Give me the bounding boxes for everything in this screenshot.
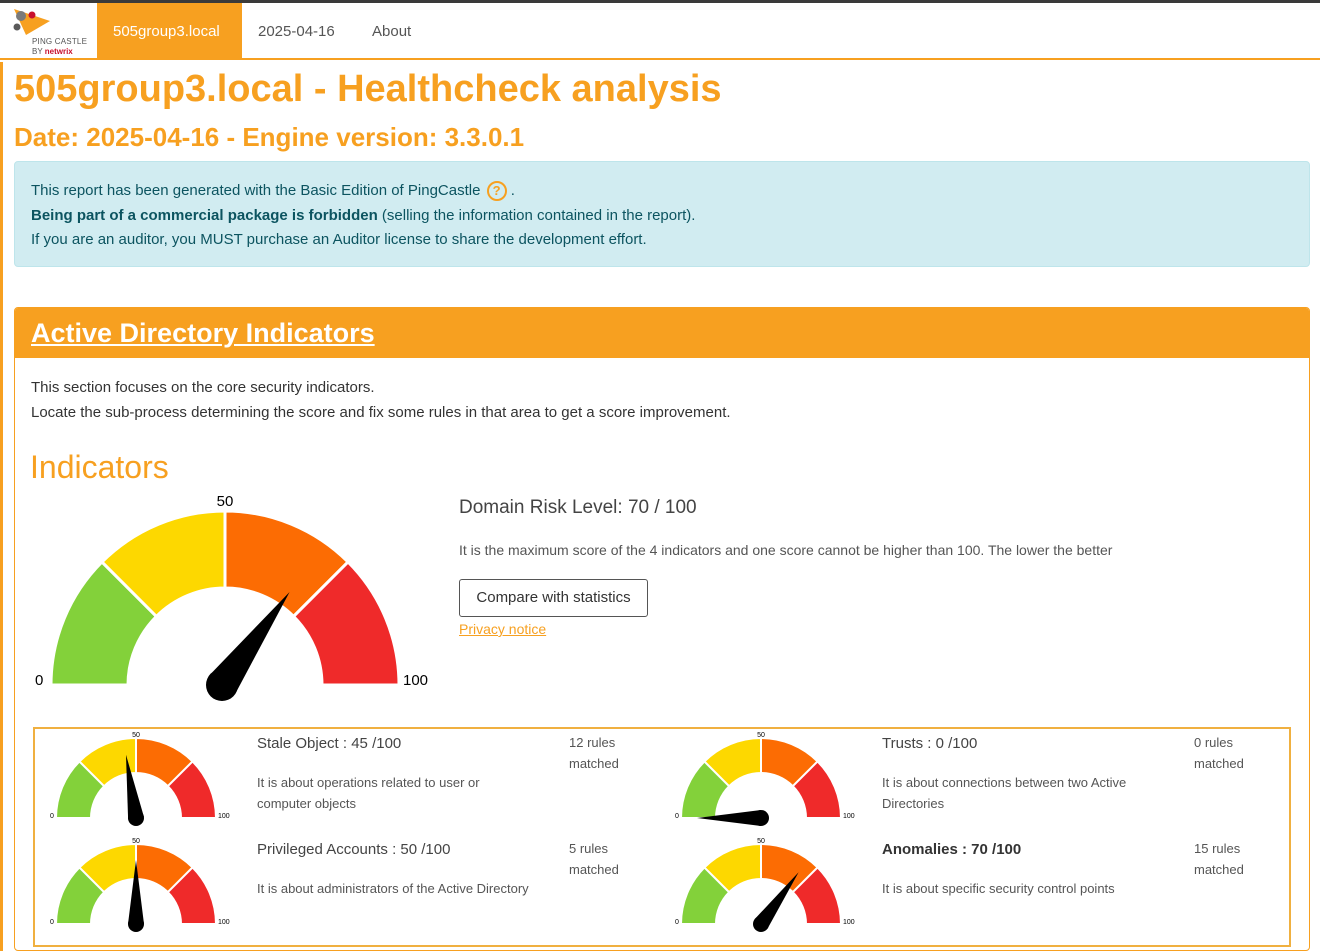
domain-risk-gauge-needle-hub bbox=[206, 669, 238, 701]
privileged-accounts-gauge-svg: 0 50 100 bbox=[50, 838, 230, 932]
indicators-heading: Indicators bbox=[30, 449, 169, 485]
privileged-accounts-gauge-label-mid: 50 bbox=[132, 838, 140, 845]
anomalies-title: Anomalies : 70 /100 bbox=[882, 841, 1022, 858]
tab-about[interactable]: About bbox=[356, 3, 427, 60]
trusts-gauge-label-max: 100 bbox=[843, 813, 855, 820]
privileged-accounts-gauge-label-max: 100 bbox=[218, 919, 230, 926]
anomalies-gauge: 0 50 100 bbox=[663, 834, 863, 934]
stale-object-gauge-needle-hub bbox=[128, 810, 144, 826]
trusts-title: Trusts : 0 /100 bbox=[882, 735, 978, 752]
castle-logo-icon bbox=[13, 9, 50, 35]
domain-risk-level: Domain Risk Level: 70 / 100 bbox=[459, 497, 697, 518]
privileged-accounts-rules: 5 rules matched bbox=[569, 841, 619, 877]
help-icon[interactable]: ? bbox=[486, 181, 507, 202]
page-subtitle: Date: 2025-04-16 - Engine version: 3.3.0… bbox=[14, 122, 525, 152]
anomalies-gauge-needle-hub bbox=[753, 916, 769, 932]
trusts-gauge-label-min: 0 bbox=[675, 813, 679, 820]
trusts-gauge-needle-hub bbox=[753, 810, 769, 826]
stale-object-gauge-svg: 0 50 100 bbox=[50, 732, 230, 826]
anomalies-gauge-label-min: 0 bbox=[675, 919, 679, 926]
trusts-gauge: 0 50 100 bbox=[663, 728, 863, 828]
privileged-accounts-gauge: 0 50 100 bbox=[38, 834, 238, 934]
anomalies-description: It is about specific security control po… bbox=[882, 881, 1115, 896]
trusts-gauge-label-mid: 50 bbox=[757, 732, 765, 739]
brand-byline: BY netwrix bbox=[32, 47, 73, 56]
tab-date[interactable]: 2025-04-16 bbox=[242, 3, 351, 60]
privacy-notice-link[interactable]: Privacy notice bbox=[459, 621, 546, 637]
domain-risk-gauge-svg: 0 50 100 bbox=[35, 493, 428, 701]
card-header: Active Directory Indicators bbox=[15, 308, 1309, 358]
anomalies-gauge-label-mid: 50 bbox=[757, 838, 765, 845]
stale-object-gauge-label-max: 100 bbox=[218, 813, 230, 820]
trusts-gauge-svg: 0 50 100 bbox=[675, 732, 855, 826]
domain-risk-gauge-label-min: 0 bbox=[35, 672, 43, 689]
privileged-accounts-description: It is about administrators of the Active… bbox=[257, 881, 529, 896]
domain-risk-gauge: 0 50 100 bbox=[28, 490, 438, 710]
pingcastle-logo[interactable]: PING CASTLE BY netwrix bbox=[12, 7, 92, 59]
domain-risk-description: It is the maximum score of the 4 indicat… bbox=[459, 542, 1113, 558]
trusts-description: It is about connections between two Acti… bbox=[882, 775, 1127, 811]
compare-with-statistics-button[interactable]: Compare with statistics bbox=[459, 579, 648, 617]
tab-domain[interactable]: 505group3.local bbox=[97, 3, 242, 60]
navbar: PING CASTLE BY netwrix 505group3.local 2… bbox=[0, 3, 1320, 60]
brand-name: PING CASTLE bbox=[32, 37, 88, 46]
stale-object-gauge-label-mid: 50 bbox=[132, 732, 140, 739]
stale-object-description: It is about operations related to user o… bbox=[257, 775, 480, 811]
domain-risk-gauge-label-mid: 50 bbox=[217, 493, 234, 510]
notice-line-2: Being part of a commercial package is fo… bbox=[31, 206, 696, 224]
section-title-link[interactable]: Active Directory Indicators bbox=[31, 318, 375, 349]
domain-risk-gauge-label-max: 100 bbox=[403, 672, 428, 689]
stale-object-title: Stale Object : 45 /100 bbox=[257, 735, 402, 752]
license-notice: This report has been generated with the … bbox=[14, 161, 1310, 267]
anomalies-gauge-svg: 0 50 100 bbox=[675, 838, 855, 932]
anomalies-rules: 15 rules matched bbox=[1194, 841, 1244, 877]
trusts-rules: 0 rules matched bbox=[1194, 735, 1244, 771]
privileged-accounts-gauge-label-min: 0 bbox=[50, 919, 54, 926]
privileged-accounts-title: Privileged Accounts : 50 /100 bbox=[257, 841, 451, 858]
section-description: This section focuses on the core securit… bbox=[31, 379, 731, 421]
page-title: 505group3.local - Healthcheck analysis bbox=[14, 68, 722, 110]
stale-object-rules: 12 rules matched bbox=[569, 735, 619, 771]
anomalies-gauge-label-max: 100 bbox=[843, 919, 855, 926]
stale-object-gauge: 0 50 100 bbox=[38, 728, 238, 828]
notice-line-1: This report has been generated with the … bbox=[31, 179, 1293, 204]
privileged-accounts-gauge-needle-hub bbox=[128, 916, 144, 932]
notice-line-3: If you are an auditor, you MUST purchase… bbox=[31, 231, 647, 248]
stale-object-gauge-label-min: 0 bbox=[50, 813, 54, 820]
